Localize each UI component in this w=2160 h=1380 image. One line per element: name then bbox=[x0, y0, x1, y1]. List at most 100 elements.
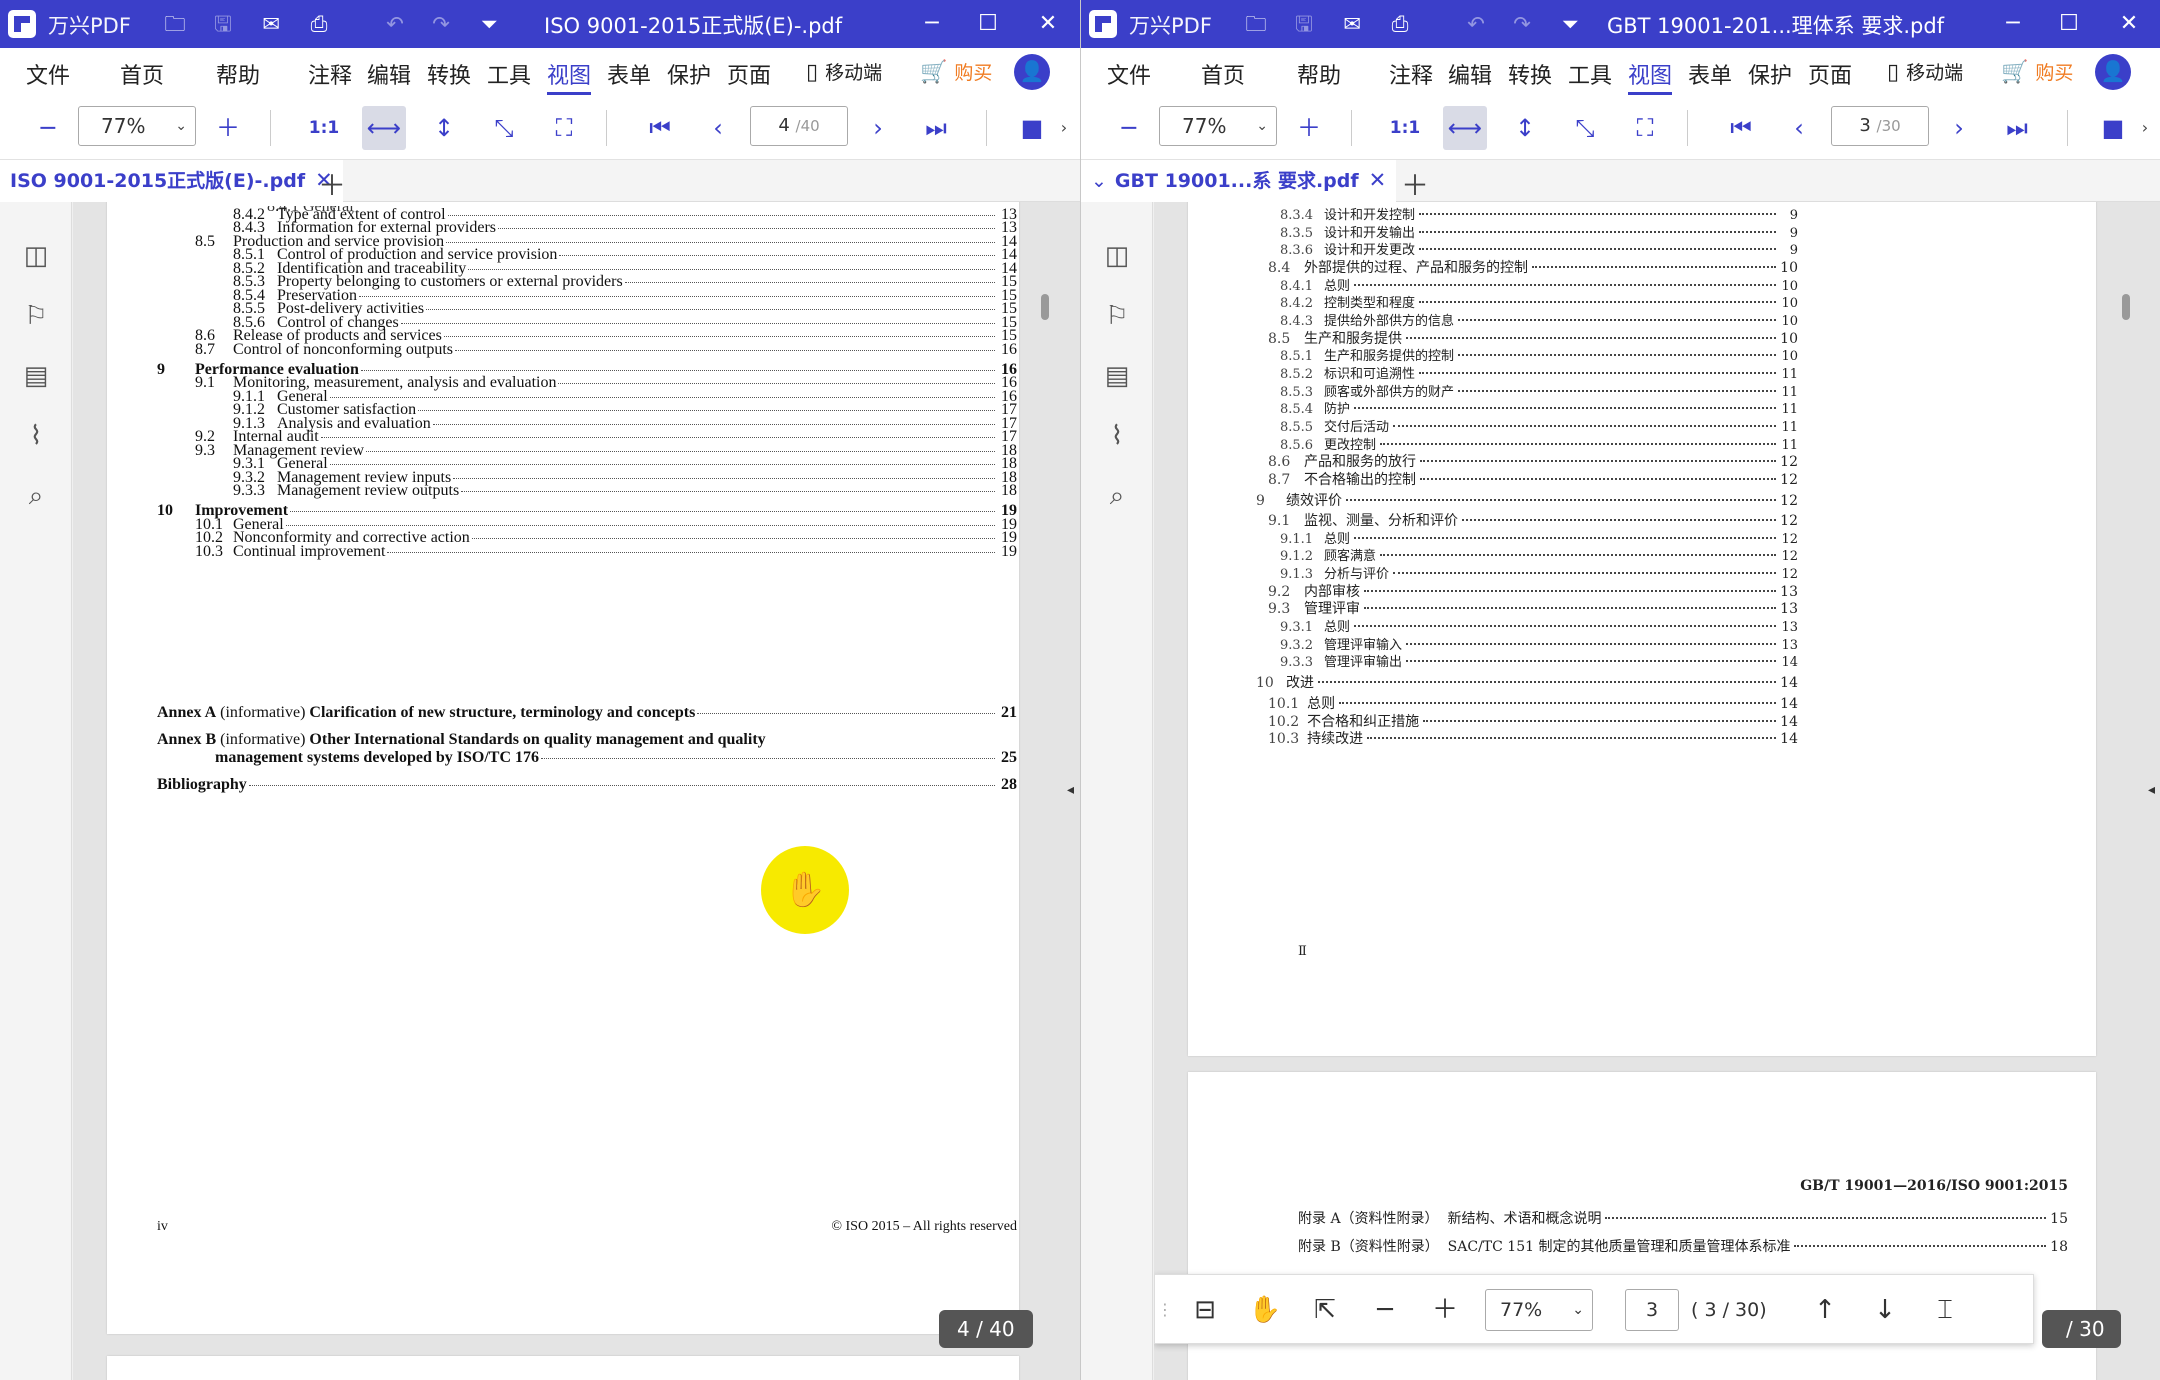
toc-entry[interactable]: 9.3.3 管理评审输出 14 bbox=[1280, 651, 1798, 671]
menu-annotate[interactable]: 注释 bbox=[308, 58, 352, 90]
menu-protect[interactable]: 保护 bbox=[667, 58, 711, 90]
toc-annex-a[interactable]: 附录 A（资料性附录） 新结构、术语和概念说明 15 bbox=[1298, 1208, 2068, 1228]
mobile-button[interactable]: ▯ 移动端 bbox=[1887, 58, 1963, 85]
fit-page-button[interactable]: ⤡ bbox=[1563, 106, 1607, 150]
toc-entry[interactable]: 8.7 不合格输出的控制 12 bbox=[1268, 469, 1798, 489]
zoom-in-button[interactable]: ＋ bbox=[206, 106, 250, 150]
zoom-out-icon[interactable]: ─ bbox=[1365, 1290, 1405, 1330]
menu-file[interactable]: 文件 bbox=[26, 58, 70, 90]
fit-page-button[interactable]: ⤡ bbox=[482, 106, 526, 150]
toc-entry[interactable]: 9 绩效评价 12 bbox=[1256, 490, 1798, 510]
fullscreen-button[interactable]: ⛶ bbox=[542, 106, 586, 150]
arrow-up-icon[interactable]: ↑ bbox=[1805, 1290, 1845, 1330]
document-view[interactable]: ◂ 8.4.1 General 8.4.2 Type and extent of … bbox=[73, 202, 1080, 1380]
menu-form[interactable]: 表单 bbox=[607, 58, 651, 90]
close-button[interactable]: ✕ bbox=[2111, 8, 2147, 40]
comment-icon[interactable]: ▤ bbox=[1099, 358, 1135, 394]
quick-access-dropdown-icon[interactable]: ⏷ bbox=[474, 9, 504, 39]
first-page-button[interactable]: ⏮ bbox=[1719, 106, 1763, 150]
buy-button[interactable]: 🛒 购买 bbox=[2001, 58, 2073, 85]
search-icon[interactable]: ⌕ bbox=[18, 478, 54, 514]
toolbar-overflow-icon[interactable]: › bbox=[1052, 106, 1076, 150]
bookmark-icon[interactable]: ⚐ bbox=[1099, 298, 1135, 334]
new-tab-icon[interactable]: ＋ bbox=[1401, 164, 1429, 204]
fit-height-button[interactable]: ↕ bbox=[422, 106, 466, 150]
tab-list-chevron-icon[interactable]: ⌄ bbox=[1091, 170, 1107, 192]
actual-size-button[interactable]: 1:1 bbox=[302, 106, 346, 150]
fit-width-button[interactable]: ⟷ bbox=[1443, 106, 1487, 150]
toc-entry[interactable]: 8.5.1 生产和服务提供的控制 10 bbox=[1280, 345, 1798, 365]
first-page-button[interactable]: ⏮ bbox=[638, 106, 682, 150]
toc-entry[interactable]: 9.3 管理评审 13 bbox=[1268, 598, 1798, 618]
menu-form[interactable]: 表单 bbox=[1688, 58, 1732, 90]
actual-size-button[interactable]: 1:1 bbox=[1383, 106, 1427, 150]
last-page-button[interactable]: ⏭ bbox=[1995, 106, 2039, 150]
toolbar-overflow-icon[interactable]: › bbox=[2133, 106, 2157, 150]
open-folder-icon[interactable]: 🗀 bbox=[160, 9, 190, 39]
menu-help[interactable]: 帮助 bbox=[216, 58, 260, 90]
menu-page[interactable]: 页面 bbox=[1808, 58, 1852, 90]
menu-tools[interactable]: 工具 bbox=[1568, 58, 1612, 90]
menu-edit[interactable]: 编辑 bbox=[1448, 58, 1492, 90]
document-view[interactable]: ◂ 8.3.4 设计和开发控制 9 8.3.5 设计和开发输出 9 8.3.6 设计和开发更改… bbox=[1154, 202, 2160, 1380]
arrow-down-icon[interactable]: ↓ bbox=[1865, 1290, 1905, 1330]
toc-entry[interactable]: 8.7 Control of nonconforming outputs 16 bbox=[195, 341, 1017, 361]
toc-entry[interactable]: 8.3.6 设计和开发更改 9 bbox=[1280, 239, 1798, 259]
toc-entry[interactable]: 9.3.3 Management review outputs 18 bbox=[233, 482, 1017, 502]
menu-page[interactable]: 页面 bbox=[727, 58, 771, 90]
email-icon[interactable]: ✉ bbox=[1337, 9, 1367, 39]
fit-height-icon[interactable]: ⌶ bbox=[1925, 1290, 1965, 1330]
zoom-select[interactable]: 77% ⌄ bbox=[78, 106, 196, 146]
zoom-select[interactable]: 77% ⌄ bbox=[1485, 1289, 1593, 1331]
save-icon[interactable]: 🖫 bbox=[1289, 9, 1319, 39]
next-page-button[interactable]: › bbox=[856, 106, 900, 150]
email-icon[interactable]: ✉ bbox=[256, 9, 286, 39]
bookmark-icon[interactable]: ⚐ bbox=[18, 298, 54, 334]
select-tool-icon[interactable]: ⇱ bbox=[1305, 1290, 1345, 1330]
scrollbar-thumb[interactable] bbox=[1041, 294, 1049, 320]
next-page-button[interactable]: › bbox=[1937, 106, 1981, 150]
menu-edit[interactable]: 编辑 bbox=[367, 58, 411, 90]
mobile-button[interactable]: ▯ 移动端 bbox=[806, 58, 882, 85]
zoom-select[interactable]: 77% ⌄ bbox=[1159, 106, 1277, 146]
minimize-button[interactable]: ─ bbox=[914, 8, 950, 40]
toc-annex-b[interactable]: 附录 B（资料性附录） SAC/TC 151 制定的其他质量管理和质量管理体系标… bbox=[1298, 1236, 2068, 1256]
menu-convert[interactable]: 转换 bbox=[427, 58, 471, 90]
page-input[interactable]: 3 bbox=[1625, 1289, 1679, 1331]
toc-entry[interactable]: 8.5.4 防护 11 bbox=[1280, 398, 1798, 418]
scrollbar-thumb[interactable] bbox=[2122, 294, 2130, 320]
prev-page-button[interactable]: ‹ bbox=[1777, 106, 1821, 150]
thumbnails-icon[interactable]: ◫ bbox=[1099, 238, 1135, 274]
minimize-button[interactable]: ─ bbox=[1995, 8, 2031, 40]
menu-file[interactable]: 文件 bbox=[1107, 58, 1151, 90]
drag-handle-icon[interactable]: ⋮ bbox=[1157, 1290, 1173, 1330]
redo-icon[interactable]: ↷ bbox=[426, 9, 456, 39]
toc-entry[interactable]: 9.1.2 顾客满意 12 bbox=[1280, 545, 1798, 565]
print-icon[interactable]: ⎙ bbox=[1385, 9, 1415, 39]
toc-entry[interactable]: 9.1.3 分析与评价 12 bbox=[1280, 563, 1798, 583]
print-icon[interactable]: ⎙ bbox=[304, 9, 334, 39]
menu-help[interactable]: 帮助 bbox=[1297, 58, 1341, 90]
hand-tool-icon[interactable]: ✋ bbox=[1245, 1290, 1285, 1330]
new-tab-icon[interactable]: ＋ bbox=[318, 164, 346, 204]
toc-entry[interactable]: 10.3 持续改进 14 bbox=[1268, 728, 1798, 748]
toc-entry[interactable]: 8.6 产品和服务的放行 12 bbox=[1268, 451, 1798, 471]
toc-entry[interactable]: 9.3.1 总则 13 bbox=[1280, 616, 1798, 636]
fit-width-button[interactable]: ⟷ bbox=[362, 106, 406, 150]
zoom-out-button[interactable]: ─ bbox=[26, 106, 70, 150]
toc-entry[interactable]: 8.4.3 提供给外部供方的信息 10 bbox=[1280, 310, 1798, 330]
user-avatar-icon[interactable]: 👤 bbox=[1014, 54, 1050, 90]
close-button[interactable]: ✕ bbox=[1030, 8, 1066, 40]
menu-convert[interactable]: 转换 bbox=[1508, 58, 1552, 90]
fit-height-button[interactable]: ↕ bbox=[1503, 106, 1547, 150]
last-page-button[interactable]: ⏭ bbox=[914, 106, 958, 150]
prev-page-button[interactable]: ‹ bbox=[696, 106, 740, 150]
search-icon[interactable]: ⌕ bbox=[1099, 478, 1135, 514]
document-tab[interactable]: ⌄ GBT 19001...系 要求.pdf ✕ bbox=[1081, 160, 1397, 202]
single-page-view-button[interactable]: ■ bbox=[1010, 106, 1054, 150]
toc-annex-a[interactable]: Annex A (informative) Clarification of n… bbox=[157, 704, 1017, 724]
thumbnails-icon[interactable]: ◫ bbox=[18, 238, 54, 274]
menu-home[interactable]: 首页 bbox=[1201, 58, 1245, 90]
maximize-button[interactable]: ☐ bbox=[970, 8, 1006, 40]
save-icon[interactable]: 🖫 bbox=[208, 9, 238, 39]
